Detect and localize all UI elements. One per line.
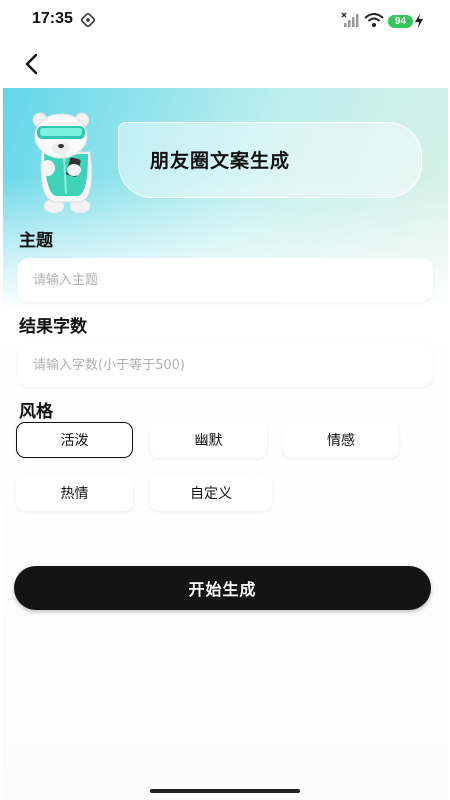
style-label: 风格: [19, 402, 53, 422]
nfc-icon: [80, 12, 96, 28]
topic-input[interactable]: [17, 258, 433, 302]
style-option-passion[interactable]: 热情: [16, 475, 133, 511]
signal-icon: [341, 12, 359, 27]
status-bar: 17:35 94: [0, 0, 450, 40]
wifi-icon: [364, 13, 384, 27]
start-generate-button[interactable]: 开始生成: [14, 566, 431, 610]
style-option-emotion[interactable]: 情感: [283, 422, 399, 458]
word-count-input[interactable]: [17, 343, 433, 387]
style-option-lively[interactable]: 活泼: [16, 422, 133, 458]
back-button[interactable]: [18, 50, 46, 78]
style-option-custom[interactable]: 自定义: [150, 475, 272, 511]
battery-indicator: 94: [388, 15, 413, 28]
clock: 17:35: [32, 10, 73, 27]
charging-bolt-icon: [415, 14, 423, 28]
style-option-humor[interactable]: 幽默: [150, 422, 267, 458]
topic-label: 主题: [19, 231, 53, 251]
page-title: 朋友圈文案生成: [150, 150, 291, 172]
home-indicator[interactable]: [150, 789, 300, 793]
polar-bear-mascot: [32, 112, 93, 213]
word-count-label: 结果字数: [19, 317, 87, 337]
chevron-left-icon: [25, 53, 38, 75]
